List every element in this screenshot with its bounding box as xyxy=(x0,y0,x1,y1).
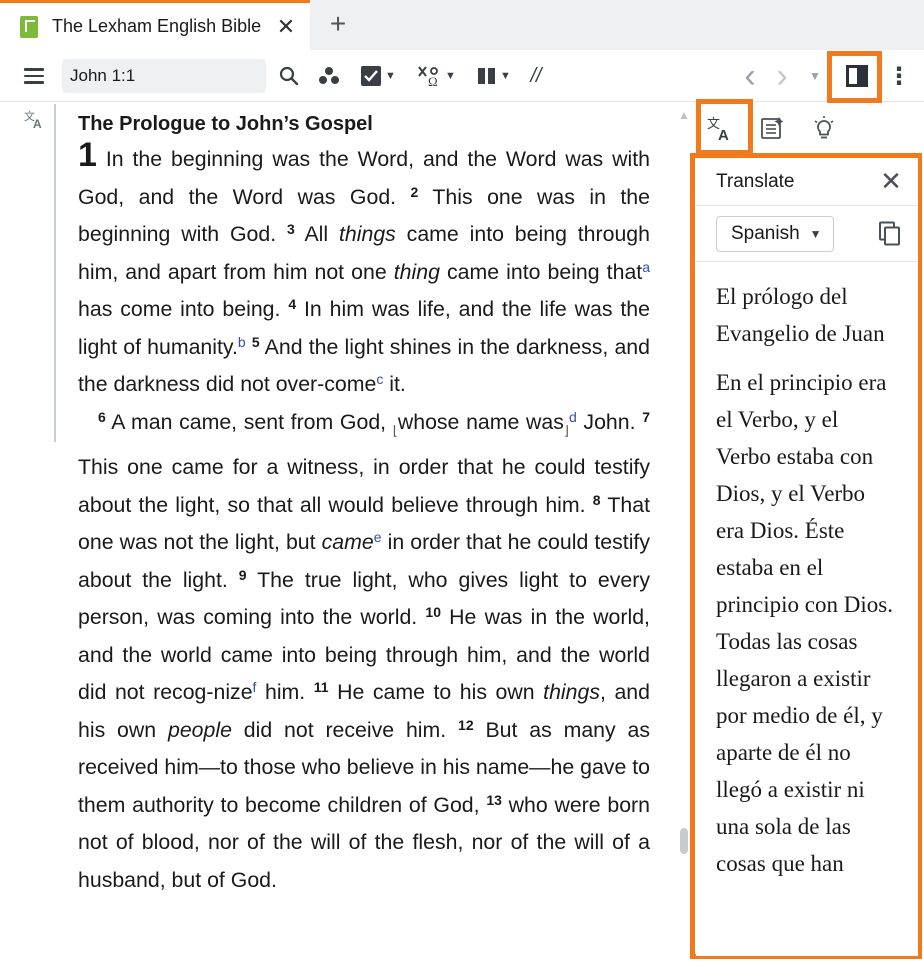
chevron-down-icon: ▼ xyxy=(500,70,511,82)
verse-text: He came to his own xyxy=(328,680,544,704)
parallel-icon[interactable]: // xyxy=(524,50,548,102)
tab-title: The Lexham English Bible xyxy=(52,16,262,36)
panel-tabs: 文A xyxy=(690,102,924,154)
toolbar: ▼ Ω ▼ ▼ // ‹ › ▼ ⋮ xyxy=(0,50,924,102)
verse-text: A man came, sent from God, xyxy=(105,409,393,434)
chevron-down-icon[interactable]: ▼ xyxy=(806,50,824,102)
scroll-up-arrow[interactable]: ▲ xyxy=(678,108,690,122)
tab-lexham-english-bible[interactable]: The Lexham English Bible ✕ xyxy=(0,0,310,50)
footnote-marker[interactable]: e xyxy=(374,529,382,545)
forward-arrow-icon[interactable]: › xyxy=(770,50,794,102)
verse-number[interactable]: 3 xyxy=(287,221,295,237)
interlinear-icon[interactable]: Ω ▼ xyxy=(412,50,460,102)
back-arrow-icon[interactable]: ‹ xyxy=(738,50,762,102)
passage-marker-bar xyxy=(54,104,56,442)
verse-number[interactable]: 8 xyxy=(593,492,601,508)
verse-text: came into being that xyxy=(439,259,643,284)
lightbulb-icon[interactable] xyxy=(804,108,844,148)
cluster-icon[interactable] xyxy=(316,50,342,102)
bible-text-pane: The Prologue to John’s Gospel 1 In the b… xyxy=(78,106,650,962)
chapter-number: 1 xyxy=(78,136,97,174)
language-value: Spanish xyxy=(731,222,800,244)
verse-number[interactable]: 9 xyxy=(239,567,247,583)
translate-icon[interactable]: 文A xyxy=(24,108,48,132)
translate-icon[interactable]: 文A xyxy=(700,108,740,148)
verse-text: has come into being. xyxy=(78,297,289,321)
translated-heading: El prólogo del Evangelio de Juan xyxy=(716,284,885,346)
close-icon[interactable]: ✕ xyxy=(274,14,298,39)
tab-bar: The Lexham English Bible ✕ + xyxy=(0,0,924,50)
italic-word: things xyxy=(338,222,396,246)
chevron-down-icon: ▼ xyxy=(385,70,396,82)
verse-text: did not receive him. xyxy=(231,717,459,742)
verse-number[interactable]: 12 xyxy=(458,717,474,733)
translate-panel: Translate ✕ Spanish ▼ El prólogo del Eva… xyxy=(696,158,918,956)
verse-number[interactable]: 10 xyxy=(425,604,441,620)
app-logo-icon xyxy=(20,15,38,38)
verse-text: it. xyxy=(383,372,406,396)
columns-icon[interactable]: ▼ xyxy=(472,50,516,102)
footnote-marker[interactable]: a xyxy=(642,259,650,275)
verse-text: whose name was xyxy=(397,409,564,434)
paragraph-2: 6 A man came, sent from God, ⌊whose name… xyxy=(78,404,650,900)
italic-word: things xyxy=(543,680,600,704)
panel-controls: Spanish ▼ xyxy=(696,206,918,262)
more-icon[interactable]: ⋮ xyxy=(887,50,911,102)
translated-body: En el principio era el Verbo, y el Verbo… xyxy=(716,370,893,876)
search-icon[interactable] xyxy=(276,50,302,102)
reference-input[interactable] xyxy=(62,59,266,93)
verse-text: This one came for a witness, in order th… xyxy=(78,455,650,517)
svg-text:Ω: Ω xyxy=(428,74,438,88)
verse-number[interactable]: 7 xyxy=(642,409,650,425)
chevron-down-icon: ▼ xyxy=(445,70,456,82)
verse-number[interactable]: 6 xyxy=(98,409,106,425)
svg-text:A: A xyxy=(33,117,42,130)
italic-word: came xyxy=(321,530,374,554)
chevron-down-icon: ▼ xyxy=(809,226,822,241)
italic-word: thing xyxy=(393,259,440,284)
copy-icon[interactable] xyxy=(878,221,904,247)
section-heading: The Prologue to John’s Gospel xyxy=(78,113,373,135)
translated-text: El prólogo del Evangelio de Juan En el p… xyxy=(696,262,918,882)
hamburger-icon[interactable] xyxy=(22,50,46,102)
notes-icon[interactable] xyxy=(752,108,792,148)
plus-icon[interactable]: + xyxy=(325,10,351,38)
verse-number[interactable]: 11 xyxy=(314,679,329,695)
panel-title: Translate xyxy=(716,170,795,192)
verse-number[interactable]: 13 xyxy=(486,792,502,808)
footnote-marker[interactable]: d xyxy=(569,409,577,425)
verse-number[interactable]: 5 xyxy=(252,334,260,350)
italic-word: people xyxy=(167,717,232,742)
footnote-marker[interactable]: b xyxy=(238,334,246,350)
paragraph-1: 1 In the beginning was the Word, and the… xyxy=(78,138,650,404)
language-select[interactable]: Spanish ▼ xyxy=(716,215,834,252)
scrollbar-thumb[interactable] xyxy=(680,828,688,854)
verse-text: All xyxy=(294,222,339,246)
svg-text:A: A xyxy=(718,127,729,142)
verse-number[interactable]: 4 xyxy=(288,296,296,312)
panel-header: Translate ✕ xyxy=(696,158,918,206)
highlight-split-panel xyxy=(827,51,882,103)
verse-text: him. xyxy=(256,680,314,704)
verse-text: John. xyxy=(576,409,643,434)
close-icon[interactable]: ✕ xyxy=(878,166,904,196)
checklist-icon[interactable]: ▼ xyxy=(356,50,400,102)
